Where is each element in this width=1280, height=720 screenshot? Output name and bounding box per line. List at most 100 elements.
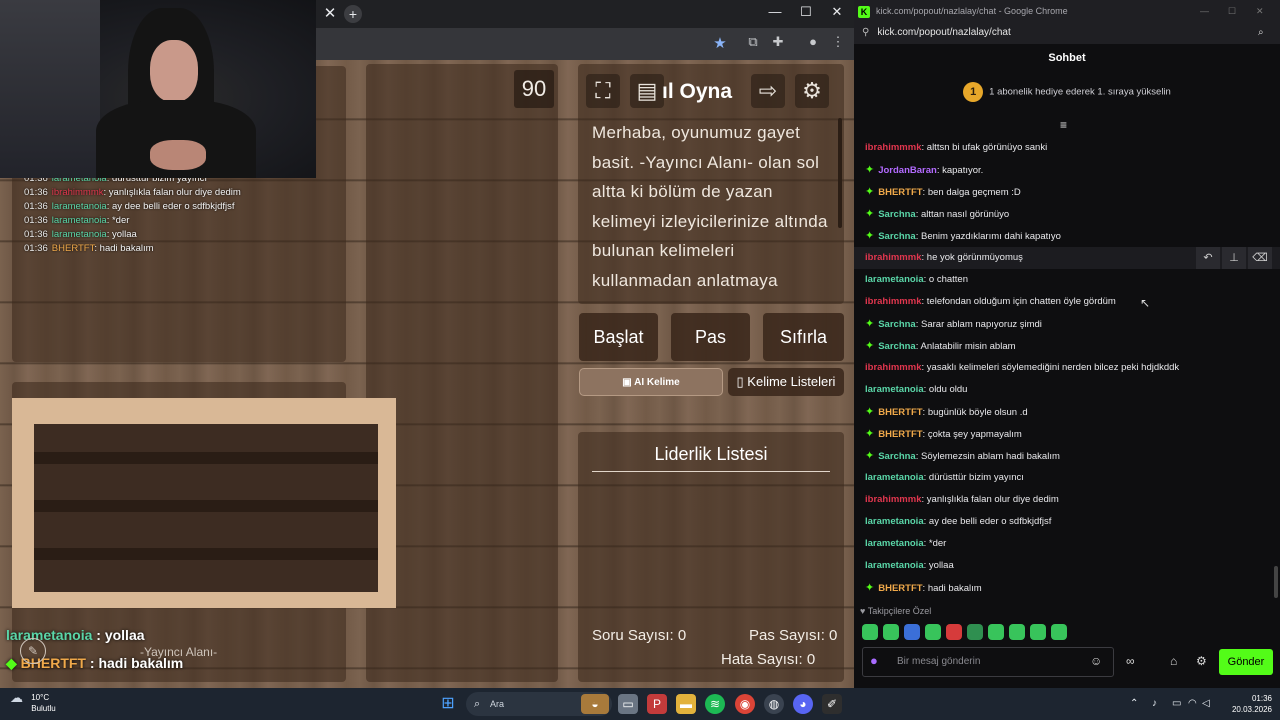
wifi-icon[interactable]: ◠ <box>1188 698 1197 709</box>
chat-text: çokta şey yapmayalım <box>927 429 1022 440</box>
follower-emotes-label: ♥ Takipçilere Özel <box>860 606 931 616</box>
chat-settings-gear-icon[interactable]: ⚙ <box>1196 654 1207 668</box>
follower-emotes-text: Takipçilere Özel <box>867 606 932 616</box>
tray-chevron-icon[interactable]: ⌃ <box>1130 698 1138 709</box>
chat-username[interactable]: Sarchna <box>878 231 916 242</box>
emote-icon[interactable] <box>925 624 941 640</box>
weather-widget[interactable]: ☁ 10°C Bulutlu <box>10 691 56 714</box>
chat-username[interactable]: BHERTFT <box>878 187 922 198</box>
app-pen-icon[interactable]: ✐ <box>822 694 842 714</box>
chat-username[interactable]: ibrahimmmk <box>865 296 922 307</box>
task-view-icon[interactable]: ▭ <box>618 694 638 714</box>
send-button[interactable]: Gönder <box>1219 649 1273 675</box>
emote-icon[interactable] <box>1051 624 1067 640</box>
fullscreen-icon[interactable]: ⛶ <box>586 74 620 108</box>
chat-header-title: Sohbet <box>1048 52 1086 64</box>
reply-icon[interactable]: ↶ <box>1196 247 1220 269</box>
edit-pencil-icon[interactable]: ✎ <box>20 638 46 664</box>
chat-username[interactable]: ibrahimmmk <box>865 494 922 505</box>
app-p-icon[interactable]: P <box>647 694 667 714</box>
tray-display-icon[interactable]: ▭ <box>1172 698 1181 709</box>
new-tab-button[interactable]: + <box>344 5 362 23</box>
emote-icon[interactable] <box>862 624 878 640</box>
pin-icon[interactable]: ⊥ <box>1222 247 1246 269</box>
extensions-icon[interactable]: ✚ <box>768 34 788 50</box>
chat-message: ibrahimmmk: yanlışlıkla falan olur diye … <box>854 489 1280 511</box>
site-settings-icon[interactable]: ⚲ <box>862 27 869 38</box>
gift-sub-promo-text: 1 abonelik hediye ederek 1. sıraya yükse… <box>989 86 1171 98</box>
emote-icon[interactable] <box>1009 624 1025 640</box>
overlay-chat-text: yanlışlıkla falan olur diye dedim <box>108 187 241 198</box>
chat-username[interactable]: larametanoia <box>865 516 924 527</box>
emote-icon[interactable] <box>967 624 983 640</box>
infinity-icon[interactable]: ∞ <box>1126 654 1135 668</box>
chat-message: ✦ JordanBaran: kapatıyor. <box>854 159 1280 181</box>
chat-username[interactable]: larametanoia <box>865 384 924 395</box>
word-lists-button[interactable]: ▯ Kelime Listeleri <box>728 368 844 396</box>
microphone-icon[interactable]: ● <box>870 653 878 668</box>
chat-username[interactable]: larametanoia <box>865 538 924 549</box>
chat-text: o chatten <box>928 274 968 285</box>
chat-username[interactable]: larametanoia <box>865 472 924 483</box>
file-explorer-icon[interactable]: ▬ <box>676 694 696 714</box>
zoom-icon[interactable]: ⌕ <box>1258 22 1264 44</box>
leaderboard-title: Liderlik Listesi <box>592 444 830 472</box>
notes-icon[interactable]: ▤ <box>630 74 664 108</box>
maximize-button[interactable]: ☐ <box>795 4 817 20</box>
delete-icon[interactable]: ⌫ <box>1248 247 1272 269</box>
emote-icon[interactable] <box>883 624 899 640</box>
github-icon[interactable]: ◍ <box>764 694 784 714</box>
chat-username[interactable]: BHERTFT <box>878 407 922 418</box>
pinned-toggle-icon[interactable]: ≡ <box>1060 118 1067 132</box>
chrome-icon[interactable]: ◉ <box>735 694 755 714</box>
taskbar-clock[interactable]: 01:36 20.03.2026 <box>1200 693 1272 715</box>
chat-username[interactable]: ibrahimmmk <box>865 362 922 373</box>
verified-badge-icon: ◆ <box>6 655 21 671</box>
chat-username[interactable]: larametanoia <box>865 560 924 571</box>
maximize-button[interactable]: ☐ <box>1228 0 1236 22</box>
share-icon[interactable]: ⇨ <box>751 74 785 108</box>
pass-button[interactable]: Pas <box>671 313 750 361</box>
widget-bread-icon[interactable]: ◒ <box>581 694 609 714</box>
chat-scrollbar[interactable] <box>1274 566 1278 598</box>
profile-avatar-icon[interactable]: ● <box>803 34 823 49</box>
gift-sub-promo[interactable]: 1 1 abonelik hediye ederek 1. sıraya yüks… <box>854 82 1280 102</box>
close-window-button[interactable]: ✕ <box>1256 0 1264 22</box>
chat-username[interactable]: Sarchna <box>878 341 916 352</box>
chat-text: yanlışlıkla falan olur diye dedim <box>926 494 1059 505</box>
menu-dots-icon[interactable]: ⋮ <box>828 34 848 50</box>
chat-username[interactable]: Sarchna <box>878 451 916 462</box>
ai-word-button[interactable]: ▣ AI Kelime <box>579 368 723 396</box>
chat-message: ibrahimmmk: telefondan olduğum için chat… <box>854 291 1280 313</box>
emote-icon[interactable] <box>946 624 962 640</box>
store-icon[interactable]: ⌂ <box>1170 654 1177 668</box>
minimize-button[interactable]: — <box>764 4 786 19</box>
chat-username[interactable]: Sarchna <box>878 319 916 330</box>
chat-address-bar[interactable]: ⚲ kick.com/popout/nazlalay/chat ⌕ <box>854 22 1280 44</box>
emote-icon[interactable] <box>1030 624 1046 640</box>
windows-start-icon[interactable]: ⊞ <box>438 694 458 714</box>
emoji-picker-icon[interactable]: ☺ <box>1090 654 1102 668</box>
minimize-button[interactable]: — <box>1200 0 1209 22</box>
close-window-button[interactable]: ✕ <box>826 4 848 20</box>
chat-username[interactable]: BHERTFT <box>878 583 922 594</box>
settings-gear-icon[interactable]: ⚙ <box>795 74 829 108</box>
cast-icon[interactable]: ⧉ <box>743 34 763 50</box>
emote-icon[interactable] <box>988 624 1004 640</box>
discord-icon[interactable]: ◕ <box>793 694 813 714</box>
close-tab-icon[interactable]: ✕ <box>321 5 339 23</box>
emote-icon[interactable] <box>904 624 920 640</box>
chat-username[interactable]: ibrahimmmk <box>865 252 922 263</box>
start-button[interactable]: Başlat <box>579 313 658 361</box>
howto-scrollbar[interactable] <box>838 118 842 228</box>
tray-mic-icon[interactable]: ♪ <box>1152 698 1157 709</box>
chat-username[interactable]: JordanBaran <box>878 165 937 176</box>
spotify-icon[interactable]: ≋ <box>705 694 725 714</box>
chat-message-input[interactable]: Bir mesaj gönderin <box>862 647 1114 677</box>
reset-button[interactable]: Sıfırla <box>763 313 844 361</box>
bookmark-star-icon[interactable]: ★ <box>710 34 730 52</box>
chat-username[interactable]: BHERTFT <box>878 429 922 440</box>
chat-username[interactable]: ibrahimmmk <box>865 142 922 153</box>
chat-username[interactable]: Sarchna <box>878 209 916 220</box>
chat-username[interactable]: larametanoia <box>865 274 924 285</box>
